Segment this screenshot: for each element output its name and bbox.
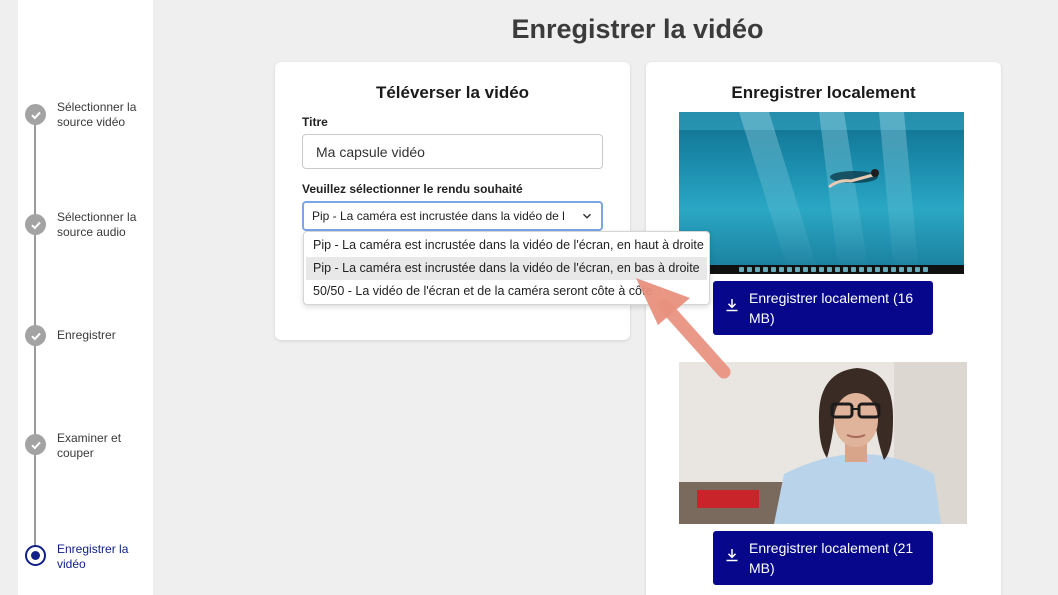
step-label: Enregistrer (57, 328, 116, 342)
step-audio-source[interactable]: Sélectionner la source audio (25, 210, 147, 240)
save-locally-button-screen[interactable]: Enregistrer localement (16 MB) (713, 281, 933, 335)
render-option[interactable]: Pip - La caméra est incrustée dans la vi… (306, 257, 707, 280)
upload-heading: Téléverser la vidéo (375, 83, 530, 102)
title-label: Titre (302, 115, 328, 129)
check-icon (25, 325, 46, 346)
render-select[interactable]: Pip - La caméra est incrustée dans la vi… (302, 201, 603, 231)
radio-active-icon (25, 545, 46, 566)
save-locally-label: Enregistrer localement (16 MB) (749, 290, 914, 326)
chevron-down-icon (582, 213, 592, 219)
step-save-video[interactable]: Enregistrer la vidéo (25, 542, 147, 572)
download-icon (726, 549, 738, 562)
step-label: Enregistrer la vidéo (57, 542, 129, 571)
download-icon (726, 299, 738, 312)
render-label: Veuillez sélectionner le rendu souhaité (302, 182, 523, 196)
step-review[interactable]: Examiner et couper (25, 431, 147, 461)
render-options-list: Pip - La caméra est incrustée dans la vi… (303, 231, 710, 305)
render-option[interactable]: Pip - La caméra est incrustée dans la vi… (306, 234, 707, 257)
presenter-webcam-image (679, 362, 967, 524)
render-select-value: Pip - La caméra est incrustée dans la vi… (312, 209, 565, 223)
camera-video-thumbnail[interactable] (679, 362, 967, 524)
local-save-card: Enregistrer localement Enregistrer local… (646, 62, 1001, 595)
local-heading: Enregistrer localement (731, 83, 916, 102)
check-icon (25, 214, 46, 235)
step-record[interactable]: Enregistrer (25, 325, 147, 346)
render-option[interactable]: 50/50 - La vidéo de l'écran et de la cam… (306, 280, 707, 303)
step-video-source[interactable]: Sélectionner la source vidéo (25, 100, 147, 130)
sidebar (18, 0, 153, 595)
page-title: Enregistrer la vidéo (511, 14, 764, 44)
save-locally-button-camera[interactable]: Enregistrer localement (21 MB) (713, 531, 933, 585)
step-label: Sélectionner la source audio (57, 210, 137, 239)
underwater-swimmer-image (679, 112, 964, 274)
check-icon (25, 434, 46, 455)
title-input[interactable] (302, 134, 603, 169)
step-label: Sélectionner la source vidéo (57, 100, 137, 129)
save-locally-label: Enregistrer localement (21 MB) (749, 540, 914, 576)
check-icon (25, 104, 46, 125)
step-label: Examiner et couper (57, 431, 122, 460)
screen-video-thumbnail[interactable] (679, 112, 964, 274)
taskbar (679, 265, 964, 274)
